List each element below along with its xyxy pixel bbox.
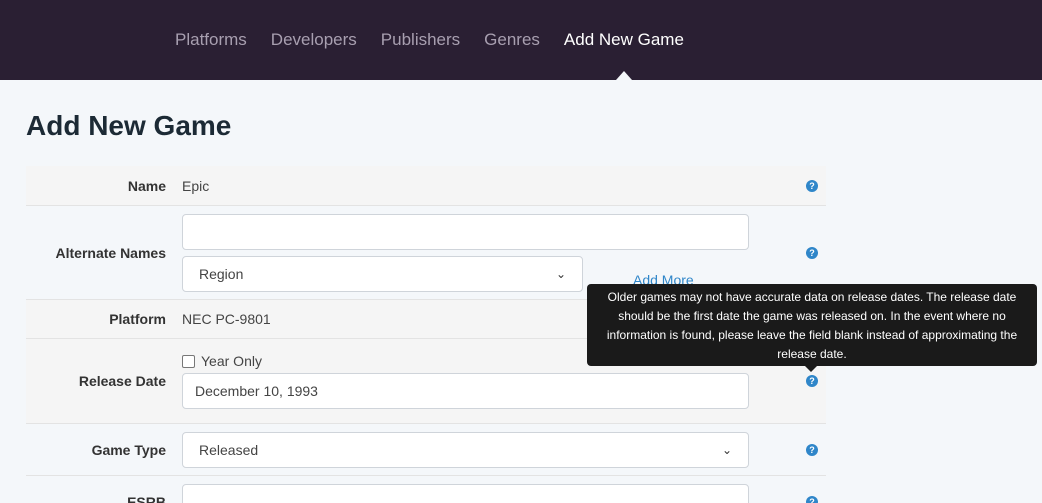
question-circle-icon[interactable]: ? [806,496,818,503]
page-title: Add New Game [26,110,232,141]
question-circle-icon[interactable]: ? [806,179,818,192]
nav-add-new-game[interactable]: Add New Game [552,30,696,80]
question-circle-icon[interactable]: ? [806,375,818,387]
question-circle-icon[interactable]: ? [806,246,818,259]
region-select-value: Region [199,265,244,282]
game-type-select-value: Released [199,441,259,458]
year-only-checkbox[interactable] [182,354,195,368]
nav-links: Platforms Developers Publishers Genres A… [163,0,696,80]
platform-label: Platform [109,311,166,327]
game-type-select[interactable]: Released ⌄ [182,431,749,468]
chevron-down-icon: ⌄ [555,266,566,281]
alternate-name-input[interactable] [182,213,749,250]
nav-platforms[interactable]: Platforms [163,30,259,50]
chevron-down-icon: ⌄ [721,495,732,503]
alternate-names-label: Alternate Names [55,244,167,261]
top-navbar: Platforms Developers Publishers Genres A… [0,0,1042,80]
name-value: Epic [182,177,210,194]
esrb-label: ESRB [127,494,166,503]
game-type-field: Released ⌄ [182,431,749,468]
name-row: Name Epic ? [26,166,826,206]
esrb-select[interactable]: ⌄ [182,484,749,503]
release-date-tooltip: Older games may not have accurate data o… [587,284,1037,372]
nav-genres[interactable]: Genres [472,30,552,50]
release-date-label: Release Date [78,373,166,389]
name-label: Name [127,177,166,194]
release-date-input[interactable]: December 10, 1993 [182,373,749,409]
nav-developers[interactable]: Developers [259,30,369,50]
esrb-row: ESRB ⌄ ? [26,476,826,503]
game-type-row: Game Type Released ⌄ ? [26,424,826,476]
esrb-field: ⌄ [182,484,749,503]
region-select[interactable]: Region ⌄ [182,255,583,292]
nav-publishers[interactable]: Publishers [369,30,472,50]
year-only-label: Year Only [201,353,262,369]
question-circle-icon[interactable]: ? [806,443,818,456]
chevron-down-icon: ⌄ [721,442,732,457]
game-type-label: Game Type [91,441,166,458]
